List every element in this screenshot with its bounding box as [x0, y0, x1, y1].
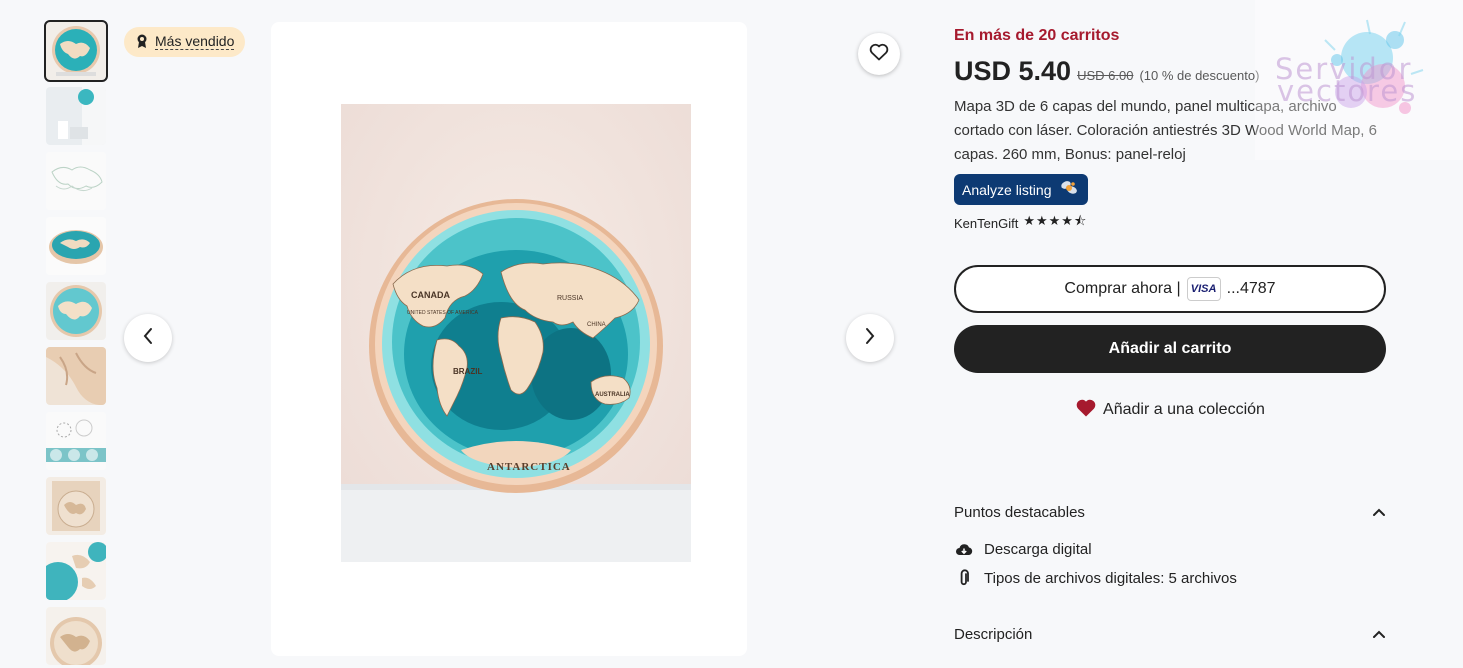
paperclip-icon [954, 569, 974, 587]
analyze-listing-label: Analyze listing [962, 181, 1052, 198]
bestseller-badge: Más vendido [124, 27, 246, 57]
highlights-section-header[interactable]: Puntos destacables [954, 504, 1386, 521]
thumbnail-1[interactable] [44, 20, 108, 82]
description-section-header[interactable]: Descripción [954, 626, 1386, 643]
heart-filled-icon [1075, 398, 1097, 423]
highlight-text: Descarga digital [984, 541, 1092, 558]
highlights-title: Puntos destacables [954, 504, 1085, 521]
analyze-extension-icon [1058, 178, 1080, 201]
product-page: Más vendido CANADA UNITED STATES OF AMER… [0, 0, 1463, 668]
price-row: USD 5.40 USD 6.00 (10 % de descuento) [954, 56, 1259, 87]
thumbnail-9[interactable] [46, 542, 106, 600]
thumbnail-4[interactable] [46, 217, 106, 275]
thumbnail-list [44, 20, 108, 668]
add-to-cart-button[interactable]: Añadir al carrito [954, 325, 1386, 373]
map-label-brazil: BRAZIL [453, 367, 482, 376]
add-to-cart-label: Añadir al carrito [1108, 340, 1232, 357]
highlight-item-download: Descarga digital [954, 541, 1092, 558]
heart-outline-icon [869, 43, 889, 66]
card-last-digits: ...4787 [1226, 280, 1276, 297]
thumbnail-2[interactable] [46, 87, 106, 145]
thumbnail-8[interactable] [46, 477, 106, 535]
download-cloud-icon [954, 542, 974, 558]
award-icon [134, 33, 150, 52]
map-label-canada: CANADA [411, 290, 450, 300]
description-title: Descripción [954, 626, 1033, 643]
main-product-image[interactable]: CANADA UNITED STATES OF AMERICA BRAZIL R… [341, 104, 691, 562]
next-image-button[interactable] [846, 314, 894, 362]
chevron-left-icon [142, 327, 154, 350]
product-title: Mapa 3D de 6 capas del mundo, panel mult… [954, 98, 1377, 163]
add-to-collection-button[interactable]: Añadir a una colección [954, 398, 1386, 422]
buy-now-button[interactable]: Comprar ahora | VISA ...4787 [954, 265, 1386, 313]
rating-stars: ★★★★⯪ [1023, 213, 1088, 228]
thumbnail-5[interactable] [46, 282, 106, 340]
thumbnail-7[interactable] [46, 412, 106, 470]
favorite-button[interactable] [858, 33, 900, 75]
map-label-antarctica: ANTARCTICA [487, 461, 571, 473]
current-price: USD 5.40 [954, 56, 1072, 86]
map-label-russia: RUSSIA [557, 295, 583, 302]
chevron-right-icon [864, 327, 876, 350]
chevron-up-icon [1372, 504, 1386, 521]
thumbnail-3[interactable] [46, 152, 106, 210]
map-label-china: CHINA [587, 322, 606, 328]
original-price: USD 6.00 [1077, 68, 1134, 83]
map-label-australia: AUSTRALIA [595, 392, 630, 398]
map-label-usa: UNITED STATES OF AMERICA [407, 310, 479, 316]
thumbnail-10[interactable] [46, 607, 106, 665]
visa-card-icon: VISA [1186, 277, 1221, 301]
shop-name-link[interactable]: KenTenGift [954, 216, 1018, 231]
previous-image-button[interactable] [124, 314, 172, 362]
analyze-listing-button[interactable]: Analyze listing [954, 174, 1088, 205]
watermark-line-1: Servidor [1275, 52, 1413, 86]
chevron-up-icon [1372, 626, 1386, 643]
highlight-item-files: Tipos de archivos digitales: 5 archivos [954, 569, 1237, 587]
cart-count-text: En más de 20 carritos [954, 27, 1120, 44]
add-to-collection-label: Añadir a una colección [1103, 401, 1265, 418]
bestseller-label: Más vendido [155, 33, 235, 50]
buy-now-label: Comprar ahora | [1064, 280, 1181, 297]
thumbnail-6[interactable] [46, 347, 106, 405]
shop-info: KenTenGift ★★★★⯪ [954, 212, 1087, 234]
highlight-text: Tipos de archivos digitales: 5 archivos [984, 569, 1237, 587]
discount-text: (10 % de descuento) [1139, 68, 1260, 83]
